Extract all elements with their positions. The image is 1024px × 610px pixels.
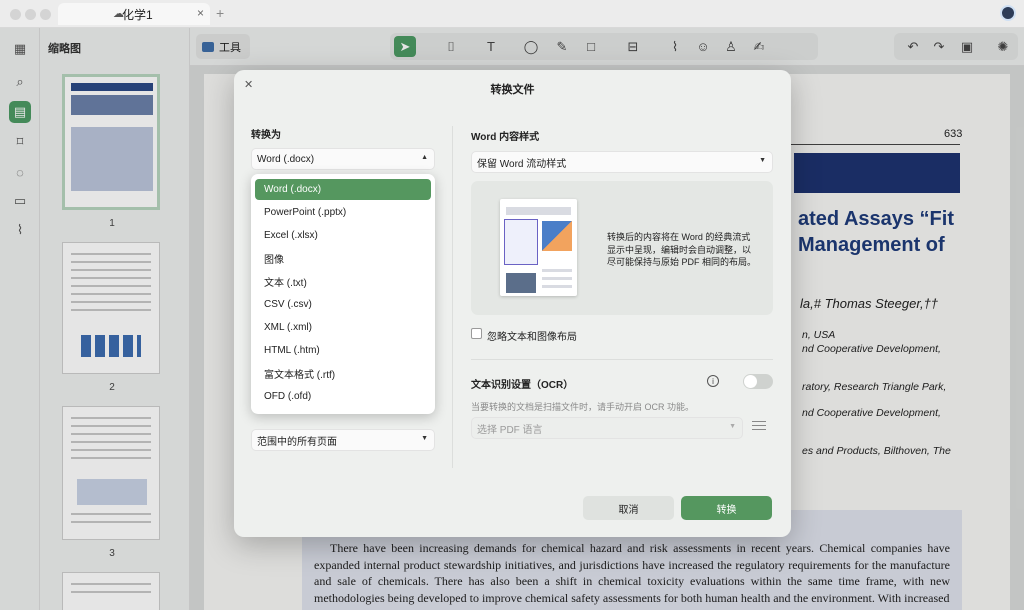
- format-select-value: Word (.docx): [257, 153, 315, 165]
- word-style-label: Word 内容样式: [471, 132, 540, 143]
- ocr-settings-label: 文本识别设置（OCR）: [471, 380, 574, 391]
- tab-close-icon[interactable]: ×: [197, 6, 204, 20]
- word-style-value: 保留 Word 流动样式: [477, 158, 567, 170]
- pdf-language-placeholder: 选择 PDF 语言: [477, 424, 543, 436]
- format-option-excel[interactable]: Excel (.xlsx): [255, 225, 431, 246]
- ocr-toggle[interactable]: [743, 374, 773, 389]
- word-preview-illustration: [500, 199, 577, 296]
- new-tab-icon[interactable]: +: [216, 5, 224, 21]
- format-option-powerpoint[interactable]: PowerPoint (.pptx): [255, 202, 431, 223]
- ignore-layout-checkbox[interactable]: [471, 328, 482, 339]
- language-settings-icon[interactable]: [752, 420, 766, 432]
- convert-button[interactable]: 转换: [681, 496, 772, 520]
- format-option-image[interactable]: 图像: [255, 248, 431, 269]
- format-dropdown-menu: Word (.docx) PowerPoint (.pptx) Excel (.…: [251, 174, 435, 414]
- page-range-select[interactable]: 范围中的所有页面 ▼: [251, 429, 435, 451]
- info-icon[interactable]: i: [707, 375, 719, 387]
- window-minimize-button[interactable]: [25, 9, 36, 20]
- avatar[interactable]: [1000, 5, 1016, 21]
- dialog-title: 转换文件: [490, 84, 535, 96]
- format-option-csv[interactable]: CSV (.csv): [255, 294, 431, 315]
- word-style-select[interactable]: 保留 Word 流动样式 ▼: [471, 151, 773, 173]
- title-bar: ☁ 化学1 × +: [0, 0, 1024, 28]
- format-option-word[interactable]: Word (.docx): [255, 179, 431, 200]
- pdf-language-select[interactable]: 选择 PDF 语言 ▼: [471, 417, 743, 439]
- ignore-layout-label: 忽略文本和图像布局: [487, 332, 577, 343]
- window-zoom-button[interactable]: [40, 9, 51, 20]
- format-option-text[interactable]: 文本 (.txt): [255, 271, 431, 292]
- preview-description: 转换后的内容将在 Word 的经典流式显示中呈现，编辑时会自动调整，以尽可能保持…: [607, 232, 757, 267]
- dialog-divider: [452, 126, 453, 468]
- chevron-up-icon: ▲: [421, 154, 428, 161]
- document-tab[interactable]: ☁ 化学1 ×: [58, 3, 210, 25]
- cancel-button[interactable]: 取消: [583, 496, 674, 520]
- chevron-down-icon: ▼: [759, 157, 766, 164]
- format-select[interactable]: Word (.docx) ▲: [251, 148, 435, 170]
- chevron-down-icon: ▼: [421, 435, 428, 442]
- format-option-rtf[interactable]: 富文本格式 (.rtf): [255, 363, 431, 384]
- tab-title: 化学1: [122, 7, 153, 22]
- cloud-icon: ☁: [113, 8, 124, 20]
- section-divider: [471, 359, 773, 360]
- window-close-button[interactable]: [10, 9, 21, 20]
- page-range-value: 范围中的所有页面: [257, 436, 337, 448]
- layout-preview: 转换后的内容将在 Word 的经典流式显示中呈现，编辑时会自动调整，以尽可能保持…: [471, 181, 773, 315]
- format-option-html[interactable]: HTML (.htm): [255, 340, 431, 361]
- convert-to-label: 转换为: [251, 130, 281, 141]
- format-option-xml[interactable]: XML (.xml): [255, 317, 431, 338]
- format-option-ofd[interactable]: OFD (.ofd): [255, 386, 431, 407]
- chevron-down-icon: ▼: [729, 423, 736, 430]
- ocr-hint: 当要转换的文档是扫描文件时，请手动开启 OCR 功能。: [471, 402, 695, 412]
- convert-file-dialog: ✕ 转换文件 转换为 Word (.docx) ▲ Word (.docx) P…: [234, 70, 791, 537]
